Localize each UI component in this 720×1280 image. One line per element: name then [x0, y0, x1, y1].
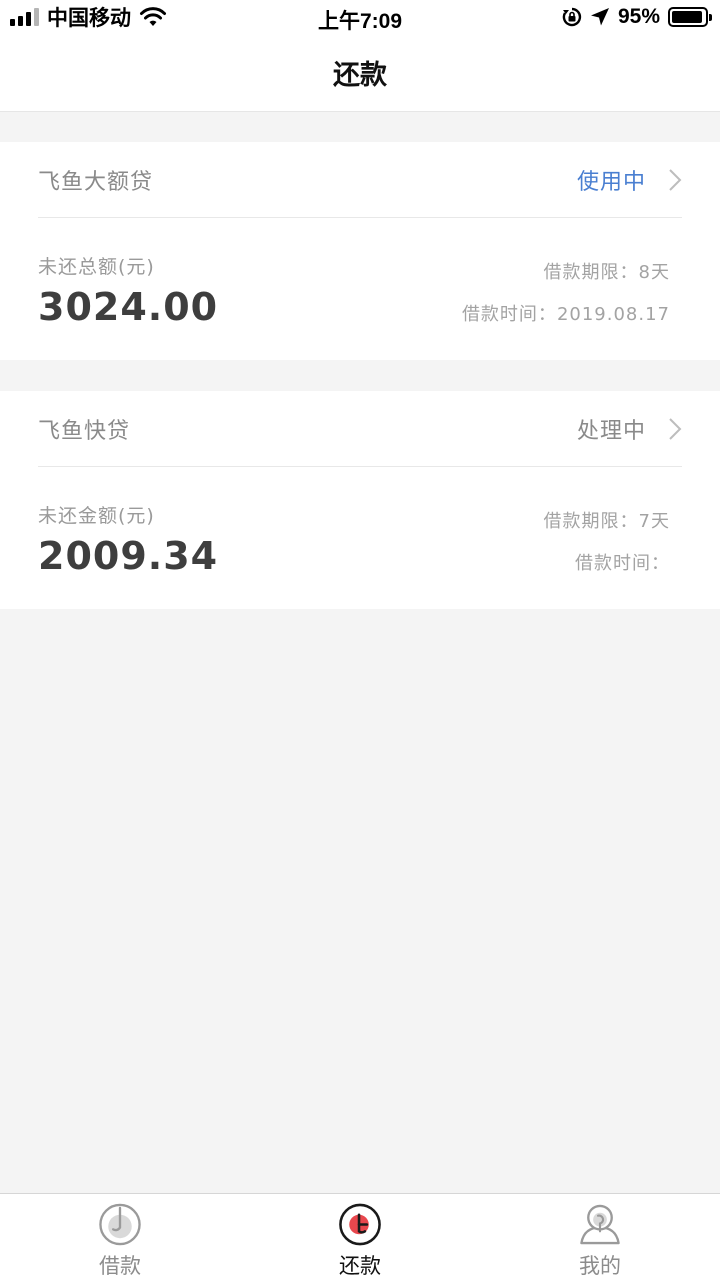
outstanding-amount-label: 未还金额(元): [38, 505, 155, 527]
loan-term-label: 借款期限：: [543, 511, 639, 532]
loan-status-text: 处理中: [576, 418, 646, 444]
status-bar-right: 95%: [562, 4, 712, 30]
loan-product-name: 飞鱼大额贷: [38, 169, 154, 195]
loan-term: 借款期限：8天: [544, 258, 670, 284]
battery-icon: [668, 7, 712, 27]
repayment-screen: 中国移动 上午7:09 95% 还款 飞鱼大额贷 使用中 未还总额(元) 302…: [0, 0, 720, 1280]
tab-mine[interactable]: 我的: [480, 1194, 720, 1280]
loan-term-value: 8天: [638, 262, 670, 283]
loan-term-label: 借款期限：: [543, 262, 639, 283]
tab-borrow[interactable]: 借款: [0, 1194, 240, 1280]
chevron-right-icon: [669, 168, 682, 191]
loan-status[interactable]: 使用中: [577, 164, 682, 196]
loan-card-header[interactable]: 飞鱼大额贷 使用中: [38, 142, 682, 218]
borrow-icon: [99, 1203, 141, 1246]
loan-card[interactable]: 飞鱼大额贷 使用中 未还总额(元) 3024.00 借款期限：8天 借款时间：2…: [0, 142, 720, 360]
page-title: 还款: [333, 60, 387, 91]
outstanding-amount: 2009.34: [38, 534, 219, 578]
profile-icon: [580, 1204, 620, 1245]
loan-date-value: 2019.08.17: [556, 304, 670, 325]
battery-fill: [672, 11, 703, 23]
orientation-lock-icon: [562, 7, 582, 27]
loan-status[interactable]: 处理中: [577, 413, 682, 445]
tab-repay[interactable]: 还款: [240, 1194, 480, 1280]
loan-product-name: 飞鱼快贷: [38, 418, 131, 444]
loan-term-value: 7天: [638, 511, 670, 532]
status-bar: 中国移动 上午7:09 95%: [0, 0, 720, 34]
loan-date-label: 借款时间：: [461, 304, 557, 325]
repay-icon: [339, 1203, 381, 1246]
loan-date-label: 借款时间：: [575, 553, 670, 574]
loan-date: 借款时间：: [575, 549, 670, 575]
location-arrow-icon: [590, 8, 609, 26]
outstanding-amount: 3024.00: [38, 285, 219, 329]
bottom-tab-bar: 借款 还款 我的: [0, 1193, 720, 1280]
loan-date: 借款时间：2019.08.17: [462, 300, 670, 326]
chevron-right-icon: [669, 417, 682, 440]
nav-header: 还款: [0, 34, 720, 112]
loan-status-text: 使用中: [576, 169, 646, 195]
loan-card-header[interactable]: 飞鱼快贷 处理中: [38, 391, 682, 467]
tab-label: 还款: [339, 1254, 381, 1278]
battery-percentage: 95%: [617, 5, 660, 28]
loan-card[interactable]: 飞鱼快贷 处理中 未还金额(元) 2009.34 借款期限：7天 借款时间：: [0, 391, 720, 609]
tab-label: 借款: [99, 1254, 141, 1278]
loan-term: 借款期限：7天: [544, 507, 670, 533]
tab-label: 我的: [579, 1254, 621, 1278]
outstanding-amount-label: 未还总额(元): [38, 256, 155, 278]
